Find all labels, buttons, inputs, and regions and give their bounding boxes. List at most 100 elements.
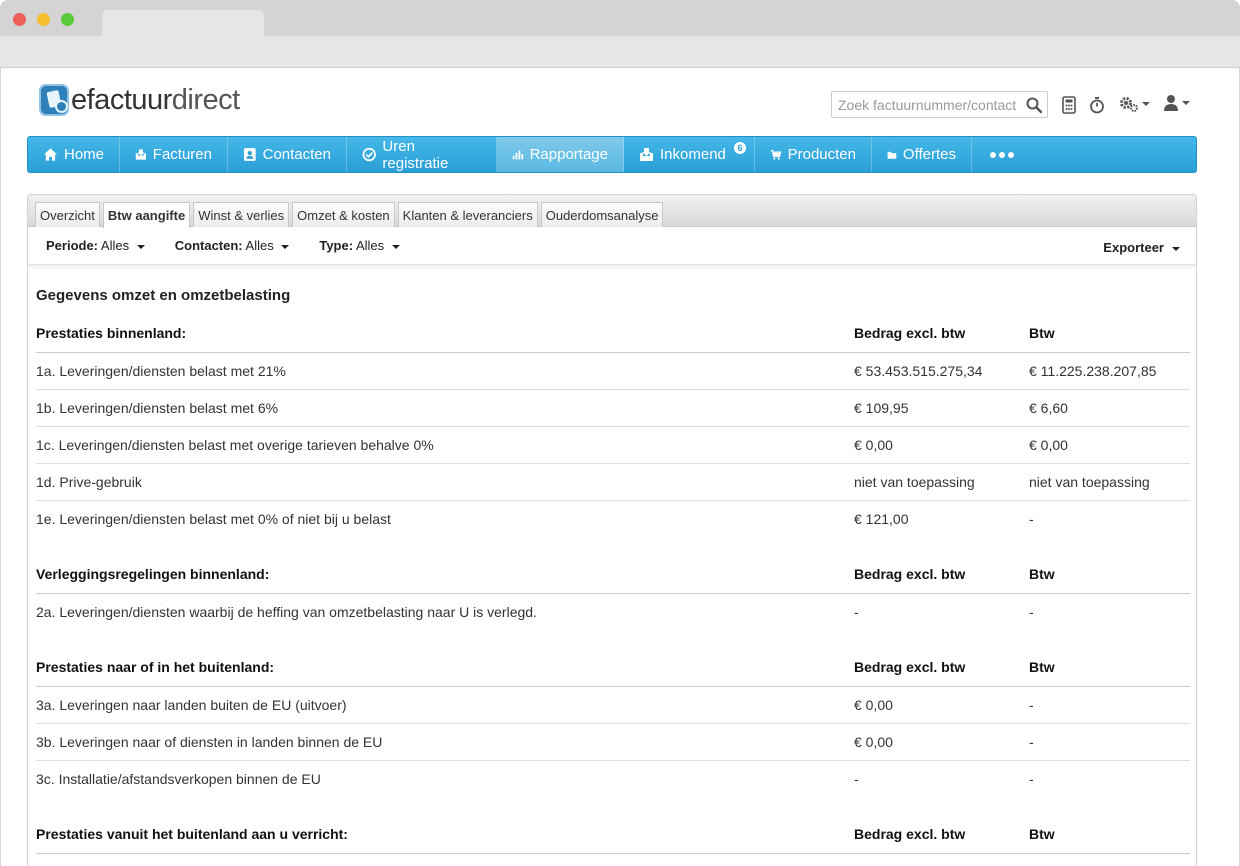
column-header-amount: Bedrag excl. btw [854, 315, 1029, 353]
column-header-amount: Bedrag excl. btw [854, 816, 1029, 854]
nav-item-label: Uren registratie [382, 137, 449, 172]
more-dot-icon [1008, 151, 1014, 158]
notification-badge: 6 [734, 142, 746, 154]
filter-value: Alles [355, 238, 385, 253]
column-header-vat: Btw [1029, 315, 1190, 353]
window-minimize-button[interactable] [37, 13, 50, 26]
table-row: 1a. Leveringen/diensten belast met 21% €… [36, 352, 1190, 390]
nav-item-label: Offertes [902, 146, 956, 163]
browser-tab[interactable] [102, 10, 264, 37]
row-label: 1b. Leveringen/diensten belast met 6% [36, 389, 854, 427]
vat-report-table: Prestaties binnenland: Bedrag excl. btw … [36, 315, 1190, 854]
search-box [831, 91, 1048, 118]
nav-item-inkomend[interactable]: Inkomend 6 [624, 137, 755, 172]
row-vat: € 11.225.238.207,85 [1029, 352, 1190, 390]
row-amount: - [854, 603, 859, 620]
table-group-header: Verleggingsregelingen binnenland: Bedrag… [36, 556, 1190, 594]
row-label: 3b. Leveringen naar of diensten in lande… [36, 723, 854, 761]
search-input[interactable] [832, 92, 1022, 117]
chevron-down-icon [136, 244, 145, 249]
user-menu[interactable] [1163, 94, 1190, 112]
stopwatch-icon[interactable] [1087, 95, 1107, 115]
nav-item-label: Producten [787, 146, 856, 163]
report-content: Gegevens omzet en omzetbelasting Prestat… [28, 287, 1196, 854]
nav-item-uren-registratie[interactable]: Uren registratie [347, 137, 497, 172]
row-vat: - [1029, 510, 1034, 527]
row-label: 1d. Prive-gebruik [36, 463, 854, 501]
table-row: 1c. Leveringen/diensten belast met overi… [36, 426, 1190, 464]
more-dot-icon [990, 151, 996, 158]
report-title: Gegevens omzet en omzetbelasting [36, 287, 291, 304]
table-row: 3b. Leveringen naar of diensten in lande… [36, 723, 1190, 761]
table-row: 1d. Prive-gebruik niet van toepassing ni… [36, 463, 1190, 501]
user-icon [1164, 95, 1178, 111]
column-header-vat: Btw [1029, 649, 1190, 687]
nav-item-offertes[interactable]: Offertes [872, 137, 972, 172]
export-button[interactable]: Exporteer [1103, 240, 1180, 255]
bar-chart-icon [512, 150, 524, 159]
main-nav: Home Facturen Contacten Uren registratie… [27, 136, 1197, 173]
group-heading: Prestaties naar of in het buitenland: [36, 649, 854, 687]
nav-more-button[interactable] [972, 137, 1035, 172]
row-amount: € 0,00 [854, 686, 1029, 724]
clock-check-icon [362, 147, 376, 162]
subtab-overzicht[interactable]: Overzicht [35, 202, 100, 227]
home-icon [43, 148, 58, 161]
row-label: 1c. Leveringen/diensten belast met overi… [36, 426, 854, 464]
row-amount: € 121,00 [854, 510, 909, 527]
filter-type[interactable]: Type: Alles [319, 238, 400, 253]
group-spacer [36, 797, 1190, 816]
browser-chrome [0, 0, 1240, 68]
chevron-down-icon [1172, 246, 1180, 251]
group-heading: Prestaties vanuit het buitenland aan u v… [36, 816, 854, 854]
column-header-vat: Btw [1029, 556, 1190, 594]
row-label: 1a. Leveringen/diensten belast met 21% [36, 352, 854, 390]
gears-icon [1120, 97, 1138, 112]
search-icon[interactable] [1025, 96, 1043, 114]
subtab-winst-verlies[interactable]: Winst & verlies [193, 202, 290, 227]
nav-item-label: Facturen [152, 146, 212, 163]
filter-bar: Periode: Alles Contacten: Alles Type: Al… [28, 227, 1196, 265]
nav-item-rapportage[interactable]: Rapportage [497, 137, 624, 172]
chevron-down-icon [391, 244, 400, 249]
export-label: Exporteer [1103, 240, 1164, 255]
row-amount: niet van toepassing [854, 463, 1029, 501]
nav-item-facturen[interactable]: Facturen [120, 137, 228, 172]
subtab-btw-aangifte[interactable]: Btw aangifte [102, 202, 191, 228]
chevron-down-icon [1182, 101, 1190, 105]
logo-text: efactuurdirect [71, 84, 240, 117]
row-vat: - [1029, 603, 1034, 620]
table-row: 3c. Installatie/afstandsverkopen binnen … [36, 760, 1190, 797]
row-amount: € 53.453.515.275,34 [854, 352, 1029, 390]
table-row: 1b. Leveringen/diensten belast met 6% € … [36, 389, 1190, 427]
table-row: 3a. Leveringen naar landen buiten de EU … [36, 686, 1190, 724]
nav-item-label: Contacten [262, 146, 331, 163]
subtab-ouderdomsanalyse[interactable]: Ouderdomsanalyse [540, 202, 664, 227]
report-panel: Overzicht Btw aangifte Winst & verlies O… [27, 194, 1197, 866]
subtab-klanten-leveranciers[interactable]: Klanten & leveranciers [397, 202, 538, 227]
filter-contacten[interactable]: Contacten: Alles [175, 238, 290, 253]
row-amount: € 0,00 [854, 723, 1029, 761]
settings-menu[interactable] [1118, 94, 1150, 114]
nav-item-contacten[interactable]: Contacten [228, 137, 347, 172]
table-row: 1e. Leveringen/diensten belast met 0% of… [36, 500, 1190, 537]
row-label: 2a. Leveringen/diensten waarbij de heffi… [36, 603, 537, 620]
folder-icon [887, 151, 897, 159]
nav-item-home[interactable]: Home [28, 137, 120, 172]
column-header-amount: Bedrag excl. btw [854, 649, 1029, 687]
filter-value: Alles [100, 238, 130, 253]
row-vat: niet van toepassing [1029, 463, 1190, 501]
filter-label: Type: [319, 238, 354, 253]
window-close-button[interactable] [13, 13, 26, 26]
filter-periode[interactable]: Periode: Alles [46, 238, 145, 253]
row-label: 3a. Leveringen naar landen buiten de EU … [36, 686, 854, 724]
table-group-header: Prestaties binnenland: Bedrag excl. btw … [36, 315, 1190, 353]
row-vat: € 0,00 [1029, 426, 1190, 464]
row-vat: - [1029, 770, 1034, 787]
subtab-omzet-kosten[interactable]: Omzet & kosten [292, 202, 395, 227]
calculator-icon[interactable] [1059, 95, 1079, 115]
nav-item-producten[interactable]: Producten [755, 137, 872, 172]
window-maximize-button[interactable] [61, 13, 74, 26]
app-logo[interactable]: efactuurdirect [39, 83, 240, 117]
row-amount: - [854, 770, 859, 787]
